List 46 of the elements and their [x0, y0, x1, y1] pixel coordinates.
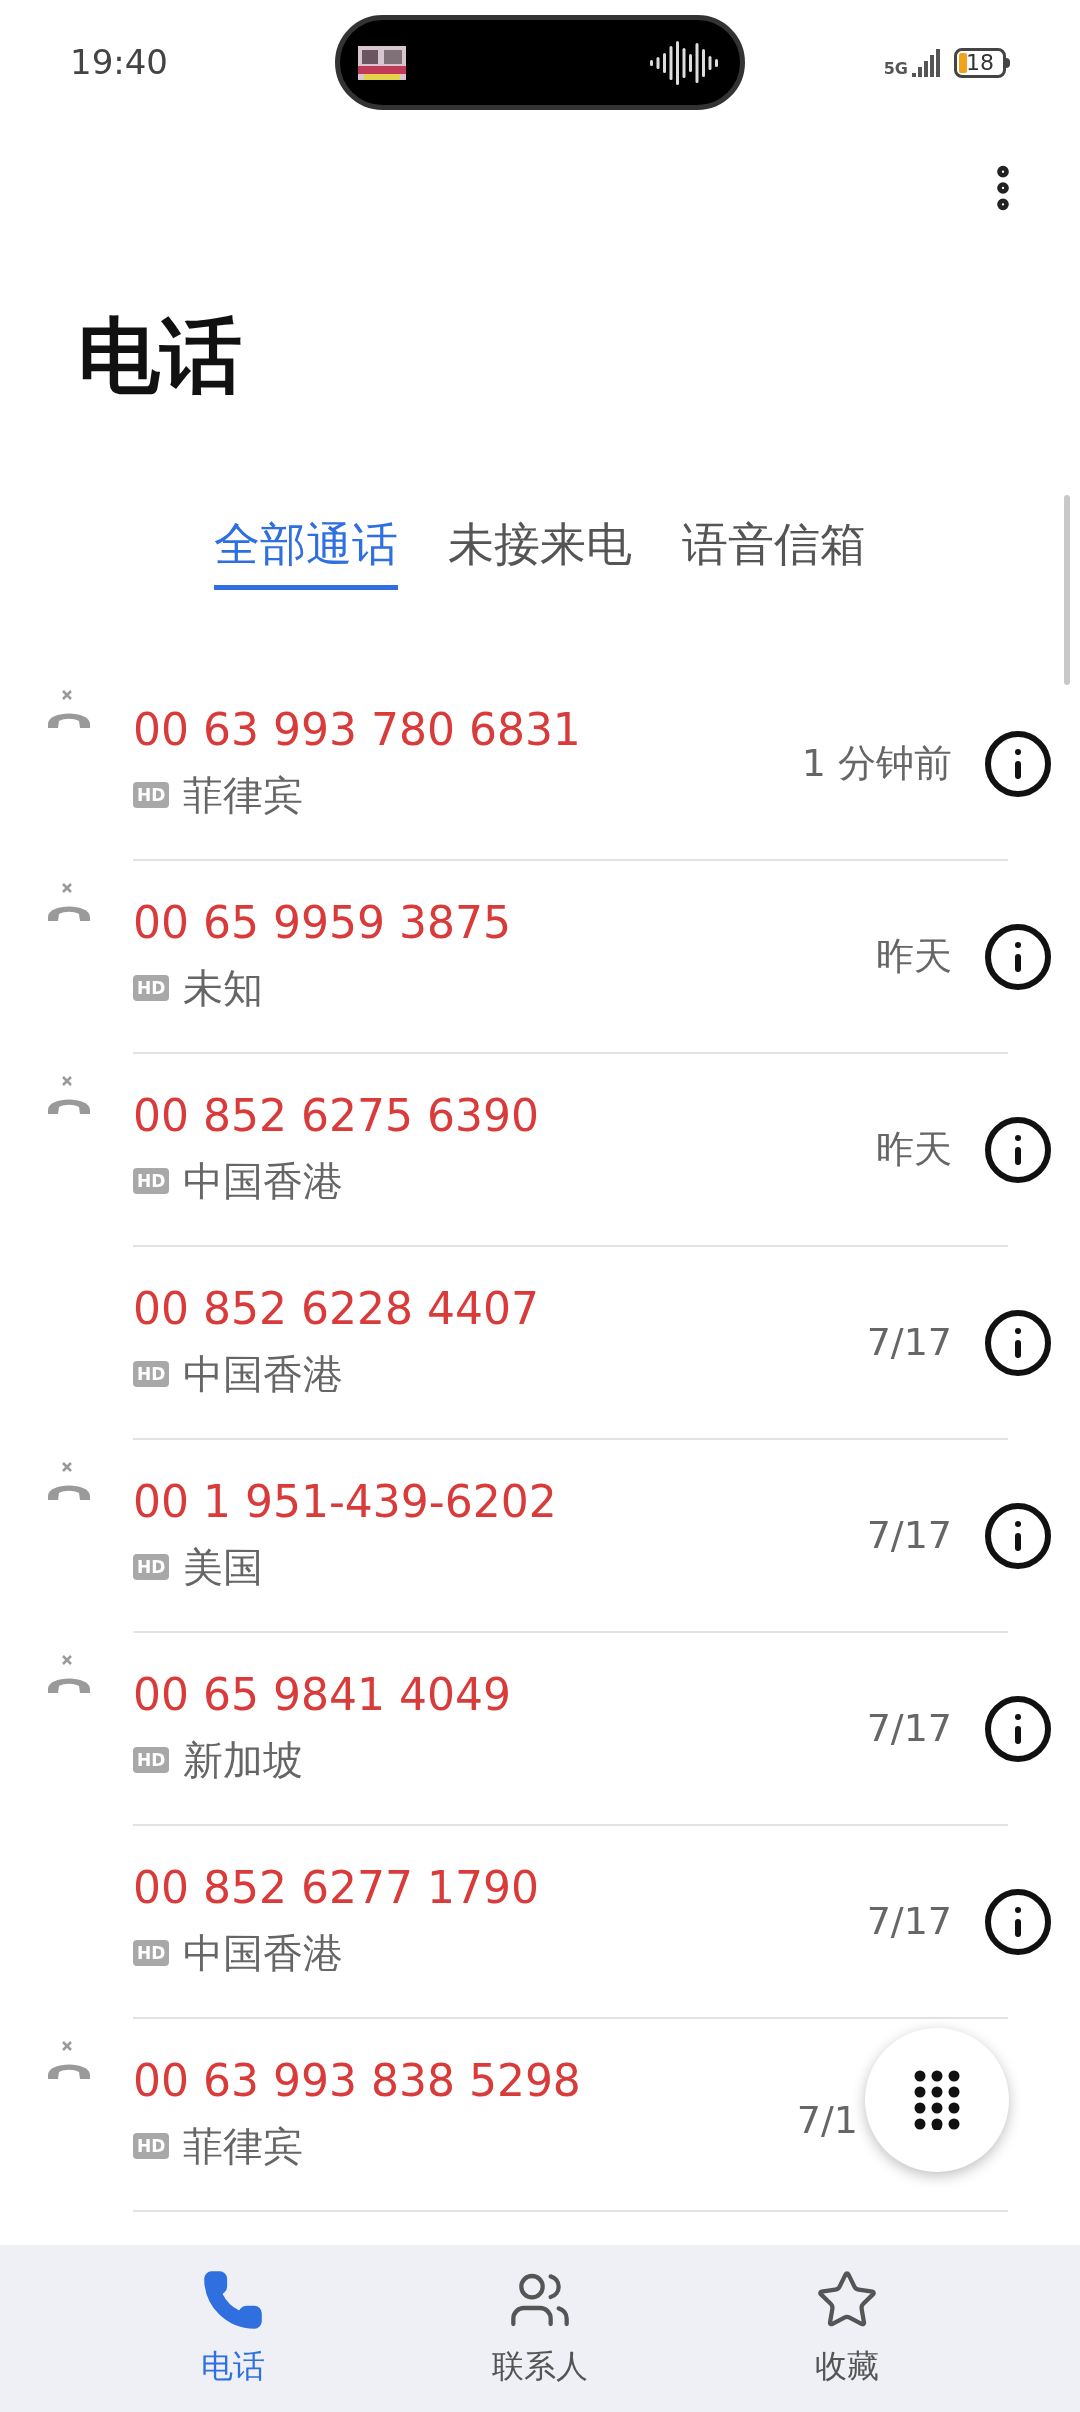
hd-badge: HD: [133, 1361, 170, 1387]
phone-number: 00 1 951-439-6202: [133, 1475, 558, 1529]
tab[interactable]: 语音信箱: [682, 510, 866, 590]
hd-badge: HD: [133, 975, 170, 1001]
phone-number: 00 65 9841 4049: [133, 1668, 512, 1722]
phone-number: 00 852 6228 4407: [133, 1282, 540, 1336]
network-label: 5G: [883, 60, 908, 77]
call-location: 中国香港: [183, 1929, 344, 1978]
hd-badge: HD: [133, 782, 170, 808]
call-time: 7/17: [866, 1512, 952, 1559]
hd-badge: HD: [133, 1554, 170, 1580]
call-time: 昨天: [876, 1126, 952, 1173]
call-location: 菲律宾: [183, 2122, 304, 2171]
call-location: 菲律宾: [183, 771, 304, 820]
tab[interactable]: 未接来电: [448, 510, 632, 590]
nav-tab[interactable]: 电话: [133, 2267, 334, 2390]
phone-number: 00 852 6275 6390: [133, 1089, 540, 1143]
call-location: 新加坡: [183, 1736, 304, 1785]
call-time: 7/1: [796, 2097, 858, 2144]
call-location: 未知: [183, 964, 264, 1013]
dialpad-icon: [912, 2070, 962, 2130]
hd-badge: HD: [133, 1747, 170, 1773]
signal-icon: [912, 48, 942, 77]
phone-number: 00 63 993 780 6831: [133, 703, 582, 757]
phone-number: 00 852 6277 1790: [133, 1861, 540, 1915]
hd-badge: HD: [133, 1940, 170, 1966]
call-time: 7/17: [866, 1319, 952, 1366]
dialpad-button[interactable]: [865, 2028, 1009, 2172]
nav-tab[interactable]: 联系人: [440, 2267, 640, 2390]
call-time: 7/17: [866, 1705, 952, 1752]
call-location: 美国: [183, 1543, 264, 1592]
phone-number: 00 63 993 838 5298: [133, 2054, 582, 2108]
call-location: 中国香港: [183, 1157, 344, 1206]
phone-number: 00 65 9959 3875: [133, 896, 512, 950]
battery-fill: [959, 52, 967, 73]
page-title: 电话: [78, 306, 242, 405]
call-time: 昨天: [876, 933, 952, 980]
hd-badge: HD: [133, 2133, 170, 2159]
hd-badge: HD: [133, 1168, 170, 1194]
nav-tab[interactable]: 收藏: [746, 2267, 947, 2390]
call-time: 7/17: [866, 1898, 952, 1945]
tab[interactable]: 全部通话: [214, 510, 398, 590]
call-location: 中国香港: [183, 1350, 344, 1399]
status-time: 19:40: [70, 41, 168, 84]
battery-level: 18: [966, 51, 994, 74]
call-time: 1 分钟前: [801, 740, 952, 787]
